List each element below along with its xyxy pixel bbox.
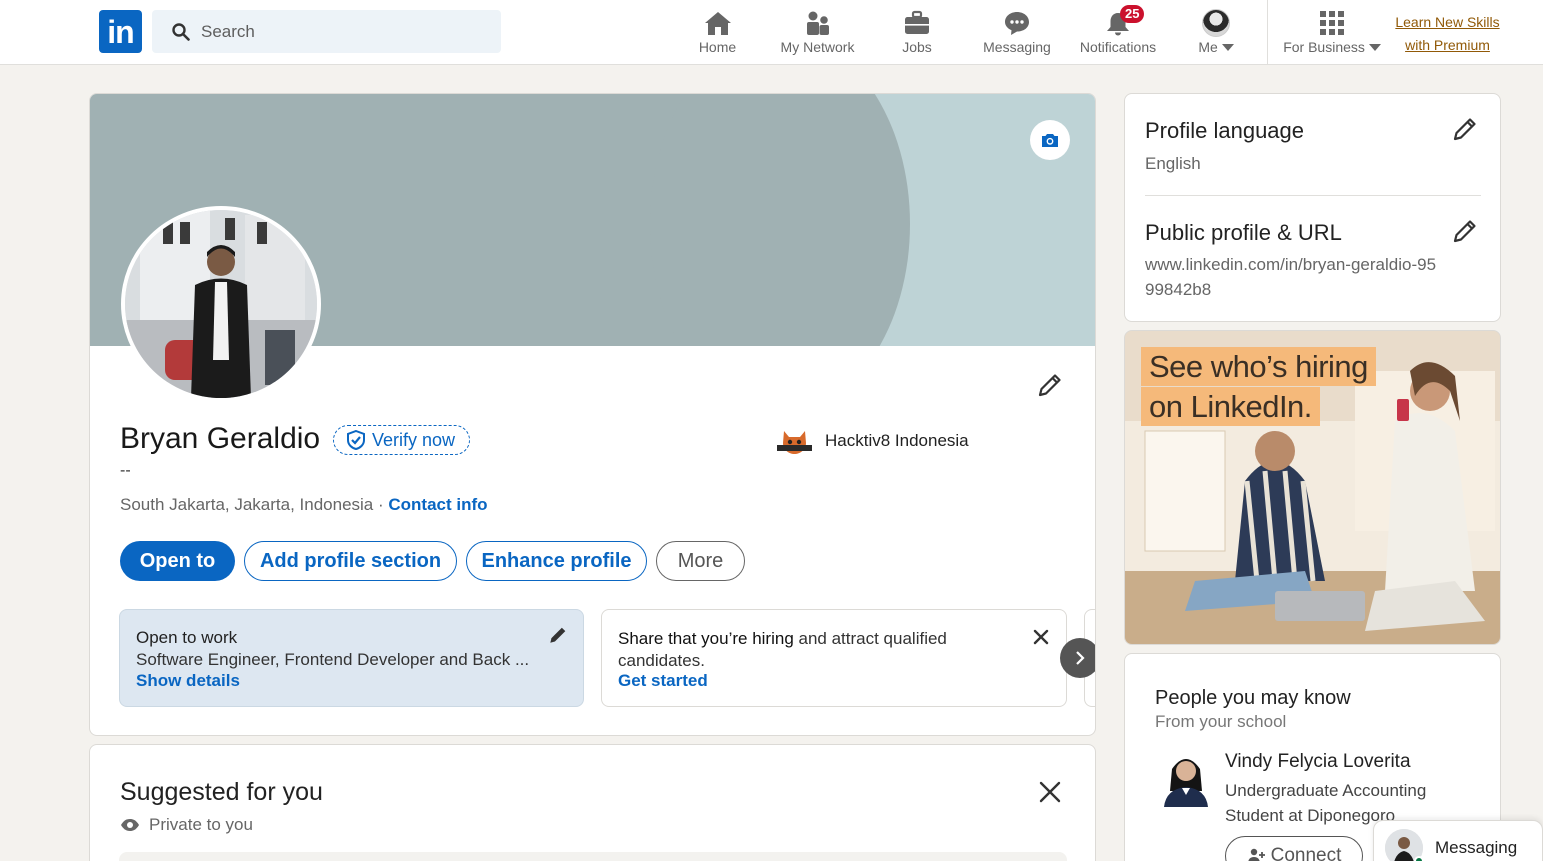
pymk-title: People you may know	[1155, 687, 1351, 709]
verified-shield-icon	[347, 430, 365, 450]
eye-icon	[121, 819, 139, 831]
nav-messaging[interactable]: Messaging	[978, 8, 1056, 60]
profile-language-value: English	[1145, 154, 1201, 173]
ad-headline-line1: See who’s hiring	[1141, 347, 1376, 386]
nav-my-network[interactable]: My Network	[775, 8, 860, 60]
suggested-inner-panel	[119, 852, 1067, 861]
profile-photo[interactable]	[121, 206, 321, 402]
verify-now-label: Verify now	[372, 429, 456, 450]
premium-line2: with Premium	[1405, 37, 1490, 53]
open-to-work-title: Open to work	[136, 628, 238, 647]
pymk-subtitle: From your school	[1155, 712, 1287, 731]
notifications-badge: 25	[1120, 5, 1145, 23]
nav-home[interactable]: Home	[690, 8, 745, 60]
briefcase-icon	[905, 10, 929, 34]
get-started-link[interactable]: Get started	[618, 671, 708, 691]
premium-link[interactable]: Learn New Skills with Premium	[1385, 11, 1510, 57]
search-icon	[172, 23, 190, 41]
person-avatar[interactable]	[1160, 751, 1212, 807]
profile-language-title: Profile language	[1145, 118, 1305, 143]
hiring-title: Share that you’re hiring	[618, 629, 794, 648]
person-name[interactable]: Vindy Felycia Loverita	[1225, 751, 1411, 773]
profile-location-row: South Jakarta, Jakarta, Indonesia · Cont…	[120, 495, 488, 514]
profile-location: South Jakarta, Jakarta, Indonesia	[120, 495, 374, 514]
public-profile-title: Public profile & URL	[1145, 220, 1342, 245]
pencil-icon	[1453, 118, 1476, 141]
connect-button[interactable]: Connect	[1225, 836, 1363, 861]
hiring-ad-banner[interactable]: See who’s hiring on LinkedIn.	[1124, 330, 1501, 645]
add-profile-section-button[interactable]: Add profile section	[244, 541, 457, 581]
hiring-card[interactable]: Share that you’re hiring and attract qua…	[601, 609, 1067, 707]
nav-messaging-label: Messaging	[983, 39, 1051, 55]
suggested-card: Suggested for you Private to you	[89, 744, 1096, 861]
open-to-work-roles: Software Engineer, Frontend Developer an…	[136, 650, 530, 669]
more-button[interactable]: More	[656, 541, 745, 581]
caret-down-icon	[1368, 44, 1381, 51]
chevron-right-icon	[1076, 651, 1085, 665]
linkedin-logo-icon[interactable]: in	[99, 10, 142, 53]
person-photo	[1164, 759, 1208, 807]
enhance-profile-button[interactable]: Enhance profile	[466, 541, 647, 581]
nav-jobs-label: Jobs	[902, 39, 932, 55]
people-icon	[806, 11, 829, 35]
me-avatar	[1202, 9, 1230, 37]
carousel-next-button[interactable]	[1060, 638, 1095, 678]
nav-for-business-label: For Business	[1283, 39, 1365, 55]
messaging-overlay-tab[interactable]: Messaging	[1373, 820, 1543, 861]
verify-now-button[interactable]: Verify now	[333, 425, 471, 455]
home-icon	[704, 12, 731, 35]
add-person-icon	[1247, 848, 1265, 861]
dismiss-suggested-button[interactable]	[1035, 777, 1065, 807]
suggested-title: Suggested for you	[120, 778, 323, 806]
grid-apps-icon	[1320, 11, 1344, 35]
nav-home-label: Home	[698, 39, 737, 55]
camera-icon	[1042, 133, 1058, 147]
messaging-tab-label: Messaging	[1435, 838, 1518, 857]
settings-divider	[1145, 195, 1481, 196]
edit-banner-button[interactable]	[1030, 120, 1070, 160]
online-status-dot	[1414, 856, 1424, 861]
premium-line1: Learn New Skills	[1395, 14, 1500, 30]
profile-name: Bryan Geraldio	[120, 422, 321, 455]
show-details-link[interactable]: Show details	[136, 671, 240, 691]
suggested-subtitle: Private to you	[149, 815, 253, 834]
edit-open-to-work-button[interactable]	[543, 620, 573, 650]
edit-profile-language-button[interactable]	[1450, 114, 1480, 144]
profile-settings-card: Profile language English Public profile …	[1124, 93, 1501, 322]
profile-photo-image	[125, 210, 317, 398]
nav-me-label: Me	[1198, 39, 1218, 55]
ad-headline-line2: on LinkedIn.	[1141, 387, 1320, 426]
open-to-work-card[interactable]: Open to work Software Engineer, Frontend…	[119, 609, 584, 707]
public-profile-url: www.linkedin.com/in/bryan-geraldio-95998…	[1145, 255, 1437, 299]
nav-for-business[interactable]: For Business	[1281, 8, 1383, 60]
close-icon	[1033, 629, 1049, 645]
nav-divider	[1267, 0, 1268, 64]
nav-jobs[interactable]: Jobs	[893, 8, 941, 60]
pencil-icon	[1453, 220, 1476, 243]
close-icon	[1039, 781, 1061, 803]
edit-public-profile-button[interactable]	[1450, 216, 1480, 246]
dismiss-hiring-button[interactable]	[1028, 624, 1054, 650]
company-logo-icon	[776, 427, 813, 455]
open-to-button[interactable]: Open to	[120, 541, 235, 581]
nav-notifications[interactable]: 25 Notifications	[1074, 5, 1162, 60]
chat-bubble-icon	[1005, 12, 1029, 35]
top-nav: in Home My Network Jobs Messaging 25 Not…	[0, 0, 1543, 65]
current-company[interactable]: Hacktiv8 Indonesia	[776, 427, 969, 455]
pencil-icon	[550, 627, 566, 643]
company-name: Hacktiv8 Indonesia	[825, 431, 969, 450]
profile-card: Bryan Geraldio Verify now -- South Jakar…	[89, 93, 1096, 736]
caret-down-icon	[1221, 44, 1234, 51]
edit-intro-button[interactable]	[1035, 370, 1065, 400]
nav-my-network-label: My Network	[780, 39, 855, 55]
nav-me[interactable]: Me	[1190, 8, 1242, 60]
nav-notifications-label: Notifications	[1079, 39, 1157, 55]
search-input[interactable]	[201, 10, 491, 53]
search-bar[interactable]	[152, 10, 501, 53]
profile-headline: --	[120, 462, 131, 479]
contact-info-link[interactable]: Contact info	[388, 495, 487, 514]
connect-label: Connect	[1270, 845, 1342, 861]
pencil-icon	[1038, 374, 1061, 397]
